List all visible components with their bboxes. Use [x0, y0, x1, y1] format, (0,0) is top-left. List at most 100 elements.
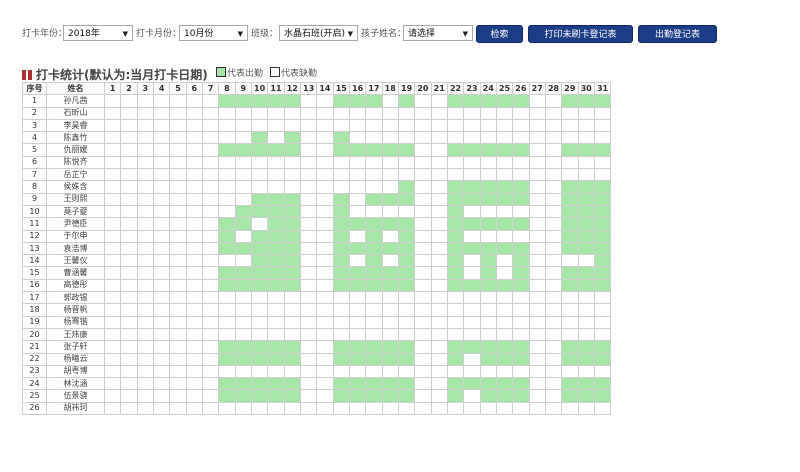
attendance-cell-absent	[561, 401, 579, 416]
table-row: 3 李昊睿	[22, 118, 612, 133]
attendance-cell-absent	[512, 364, 530, 379]
row-index: 20	[22, 327, 47, 342]
attendance-cell-present	[218, 229, 236, 243]
attendance-cell-absent	[544, 401, 563, 416]
attendance-cell-present	[332, 192, 350, 206]
attendance-cell-absent	[103, 266, 122, 280]
class-select[interactable]: 水晶石班(开启) ▼	[279, 25, 358, 41]
attendance-cell-absent	[152, 106, 171, 120]
row-child-name: 郭政锡	[46, 291, 105, 305]
attendance-cell-absent	[561, 303, 579, 317]
attendance-cell-present	[365, 192, 383, 206]
header-day: 2	[120, 81, 138, 96]
attendance-cell-absent	[381, 291, 399, 305]
attendance-cell-absent	[430, 303, 448, 317]
attendance-cell-present	[446, 204, 465, 219]
attendance-cell-absent	[169, 155, 187, 170]
attendance-cell-absent	[299, 131, 318, 145]
header-day: 28	[544, 81, 563, 96]
attendance-cell-absent	[185, 168, 203, 182]
attendance-cell-absent	[463, 229, 481, 243]
attendance-cell-absent	[185, 327, 203, 342]
attendance-cell-absent	[152, 377, 171, 391]
attendance-cell-present	[397, 241, 416, 256]
attendance-cell-absent	[544, 229, 563, 243]
attendance-cell-absent	[120, 266, 138, 280]
attendance-cell-absent	[201, 192, 220, 206]
attendance-cell-present	[218, 94, 236, 108]
attendance-cell-absent	[152, 118, 171, 133]
attendance-cell-absent	[348, 204, 367, 219]
attendance-cell-absent	[479, 155, 497, 170]
attendance-cell-present	[446, 180, 465, 194]
attendance-cell-absent	[201, 389, 220, 403]
attendance-cell-absent	[152, 131, 171, 145]
attendance-cell-absent	[201, 278, 220, 293]
attendance-cell-present	[593, 180, 612, 194]
attendance-cell-absent	[250, 118, 269, 133]
month-select[interactable]: 10月份 ▼	[179, 25, 248, 41]
attendance-cell-absent	[120, 291, 138, 305]
attendance-cell-absent	[414, 327, 432, 342]
attendance-cell-absent	[169, 266, 187, 280]
attendance-cell-absent	[544, 266, 563, 280]
attendance-cell-absent	[479, 315, 497, 329]
attendance-cell-present	[512, 180, 530, 194]
attendance-cell-absent	[185, 204, 203, 219]
attendance-cell-absent	[103, 131, 122, 145]
month-select-value: 10月份	[184, 29, 214, 39]
attendance-cell-absent	[316, 131, 334, 145]
attendance-cell-absent	[120, 106, 138, 120]
attendance-cell-absent	[479, 131, 497, 145]
attendance-cell-absent	[136, 180, 154, 194]
attendance-cell-absent	[234, 291, 252, 305]
child-select[interactable]: 请选择 ▼	[403, 25, 473, 41]
attendance-cell-absent	[136, 168, 154, 182]
attendance-cell-present	[234, 377, 252, 391]
attendance-cell-absent	[152, 168, 171, 182]
attendance-cell-absent	[169, 229, 187, 243]
row-child-name: 伍景骁	[46, 389, 105, 403]
attendance-cell-present	[250, 94, 269, 108]
attendance-cell-absent	[201, 291, 220, 305]
attendance-cell-absent	[267, 180, 285, 194]
attendance-cell-absent	[528, 94, 546, 108]
table-header-row: 序号 姓名 1 2 3 4 5 6 7 8 9 10 11 12 13 14 15 16 17 18 19 20 21 22 2…	[22, 81, 612, 96]
attendance-cell-absent	[169, 327, 187, 342]
attendance-cell-absent	[103, 229, 122, 243]
attendance-cell-present	[561, 241, 579, 256]
attendance-cell-absent	[463, 291, 481, 305]
attendance-cell-present	[348, 278, 367, 293]
search-button[interactable]: 检索	[476, 25, 523, 43]
attendance-cell-present	[267, 143, 285, 157]
attendance-cell-present	[561, 204, 579, 219]
header-day: 6	[185, 81, 203, 96]
attendance-cell-present	[561, 377, 579, 391]
attendance-cell-absent	[381, 180, 399, 194]
attendance-cell-present	[446, 229, 465, 243]
attendance-cell-absent	[169, 143, 187, 157]
attendance-cell-absent	[495, 291, 514, 305]
attendance-cell-absent	[577, 315, 595, 329]
attendance-cell-absent	[103, 168, 122, 182]
attendance-cell-absent	[479, 327, 497, 342]
year-select[interactable]: 2018年 ▼	[63, 25, 133, 41]
attendance-cell-present	[463, 192, 481, 206]
attendance-cell-absent	[397, 155, 416, 170]
attendance-register-button[interactable]: 出勤登记表	[638, 25, 717, 43]
attendance-cell-absent	[120, 401, 138, 416]
attendance-cell-absent	[218, 291, 236, 305]
attendance-cell-absent	[218, 106, 236, 120]
header-day: 11	[267, 81, 285, 96]
attendance-cell-present	[250, 389, 269, 403]
row-index: 17	[22, 291, 47, 305]
attendance-cell-absent	[152, 155, 171, 170]
attendance-cell-absent	[365, 291, 383, 305]
attendance-cell-present	[381, 389, 399, 403]
attendance-cell-absent	[120, 155, 138, 170]
print-unswiped-button[interactable]: 打印未刷卡登记表	[528, 25, 633, 43]
attendance-cell-absent	[381, 204, 399, 219]
row-child-name: 王炜康	[46, 327, 105, 342]
attendance-cell-absent	[512, 131, 530, 145]
attendance-cell-absent	[430, 94, 448, 108]
